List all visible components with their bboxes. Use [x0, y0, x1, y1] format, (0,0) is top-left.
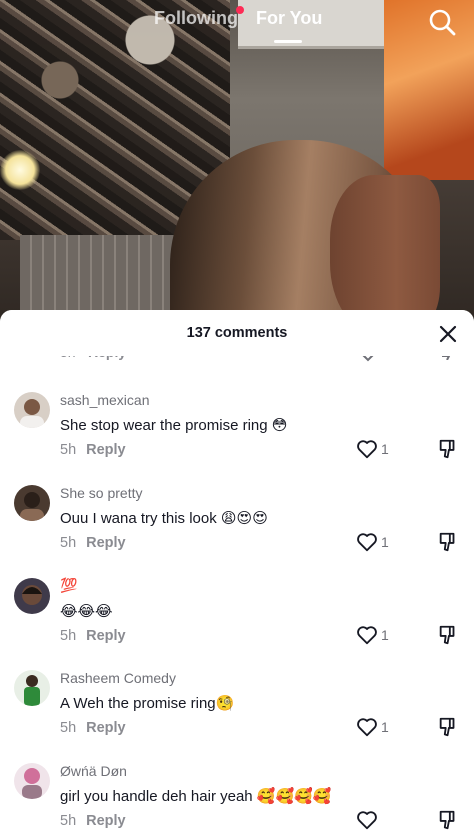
comment-username[interactable]: Øwńä Døn: [60, 763, 127, 779]
dislike-button[interactable]: [437, 624, 459, 646]
comment-timestamp: 5h: [60, 720, 77, 736]
comment-timestamp: 5h: [60, 442, 77, 458]
reply-button[interactable]: Reply: [86, 442, 126, 458]
comment-text-body: She stop wear the promise ring: [60, 417, 268, 434]
search-icon: [429, 9, 456, 36]
avatar-image: [14, 578, 50, 614]
thumbs-down-icon: [439, 810, 455, 830]
thumbs-down-icon: [439, 439, 455, 459]
dislike-button[interactable]: [437, 438, 459, 460]
close-comments-button[interactable]: [436, 322, 460, 346]
comment-meta: 5h Reply: [60, 442, 126, 458]
avatar-image: [14, 670, 50, 706]
comment-text: 😂😂😂: [60, 602, 113, 620]
comment-item: Rasheem Comedy A Weh the promise ring🧐 5…: [0, 670, 474, 762]
video-lamp: [0, 150, 40, 190]
search-button[interactable]: [426, 6, 458, 38]
comment-text: She stop wear the promise ring 😳: [60, 416, 287, 434]
avatar-image: [14, 763, 50, 799]
comments-sheet: 5h Reply 137 comments sash_mexican She s: [0, 310, 474, 837]
dislike-button[interactable]: [437, 809, 459, 831]
reply-button[interactable]: Reply: [86, 535, 126, 551]
comment-meta: 5h Reply: [60, 535, 126, 551]
avatar[interactable]: [14, 578, 50, 614]
like-button[interactable]: 1: [356, 624, 389, 648]
comment-meta: 5h Reply: [60, 813, 126, 829]
reply-button[interactable]: Reply: [86, 813, 126, 829]
tab-for-you[interactable]: For You: [256, 8, 322, 29]
like-button[interactable]: [356, 809, 378, 833]
comment-emoji: 🥰🥰🥰🥰: [256, 787, 332, 805]
like-count: 1: [381, 627, 389, 643]
comment-timestamp: 5h: [60, 628, 77, 644]
comment-item: She so pretty Ouu I wana try this look 😩…: [0, 485, 474, 577]
comments-header: 137 comments: [0, 310, 474, 356]
like-button[interactable]: 1: [356, 438, 389, 462]
avatar[interactable]: [14, 392, 50, 428]
top-nav: Following For You: [0, 0, 474, 50]
like-count: 1: [381, 534, 389, 550]
thumbs-down-icon: [439, 717, 455, 737]
comment-timestamp: 5h: [60, 535, 77, 551]
comment-meta: 5h Reply: [60, 628, 126, 644]
comment-item: Øwńä Døn girl you handle deh hair yeah 🥰…: [0, 763, 474, 837]
avatar[interactable]: [14, 485, 50, 521]
heart-icon: [357, 626, 377, 645]
reply-button[interactable]: Reply: [86, 720, 126, 736]
like-count: 1: [381, 719, 389, 735]
active-tab-underline: [274, 40, 302, 43]
heart-icon: [357, 440, 377, 459]
avatar-image: [14, 485, 50, 521]
close-icon: [439, 325, 457, 343]
heart-icon: [357, 811, 377, 830]
heart-icon: [357, 718, 377, 737]
comment-text-body: Ouu I wana try this look: [60, 510, 217, 527]
comment-emoji: 😳: [271, 416, 288, 434]
like-count: 1: [381, 441, 389, 457]
comment-text: girl you handle deh hair yeah 🥰🥰🥰🥰: [60, 787, 332, 805]
video-person-face: [330, 175, 440, 330]
comment-text-body: A Weh the promise ring: [60, 695, 216, 712]
avatar-image: [14, 392, 50, 428]
dislike-button[interactable]: [437, 531, 459, 553]
comment-emoji: 😩😍😍: [220, 509, 268, 527]
comment-emoji: 😂😂😂: [60, 602, 113, 620]
comment-username[interactable]: Rasheem Comedy: [60, 670, 176, 686]
comment-emoji: 🧐: [215, 694, 235, 712]
heart-icon: [357, 533, 377, 552]
comment-username[interactable]: sash_mexican: [60, 392, 150, 408]
like-button[interactable]: 1: [356, 716, 389, 740]
reply-button[interactable]: Reply: [86, 628, 126, 644]
dislike-button[interactable]: [437, 716, 459, 738]
comment-username[interactable]: 💯: [60, 578, 77, 594]
comment-count: 137 comments: [186, 325, 288, 341]
live-indicator-dot: [236, 6, 244, 14]
comment-username[interactable]: She so pretty: [60, 485, 143, 501]
comment-meta: 5h Reply: [60, 720, 126, 736]
comment-text-body: girl you handle deh hair yeah: [60, 788, 253, 805]
thumbs-down-icon: [439, 532, 455, 552]
comment-item: sash_mexican She stop wear the promise r…: [0, 392, 474, 484]
avatar[interactable]: [14, 763, 50, 799]
like-button[interactable]: 1: [356, 531, 389, 555]
thumbs-down-icon: [439, 625, 455, 645]
comment-timestamp: 5h: [60, 813, 77, 829]
comment-text: A Weh the promise ring🧐: [60, 694, 234, 712]
comment-text: Ouu I wana try this look 😩😍😍: [60, 509, 268, 527]
tab-following[interactable]: Following: [154, 8, 238, 29]
comment-item: 💯 😂😂😂 5h Reply 1: [0, 578, 474, 670]
avatar[interactable]: [14, 670, 50, 706]
